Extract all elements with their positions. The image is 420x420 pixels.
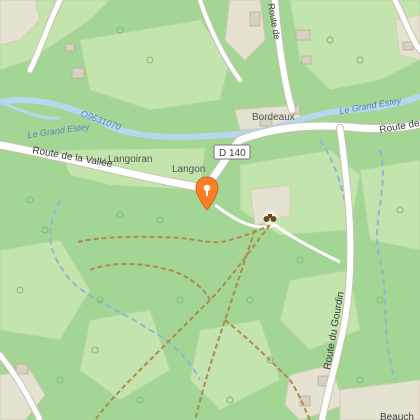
binoculars-icon[interactable]: [263, 211, 277, 225]
svg-text:D 140: D 140: [219, 148, 246, 159]
label-beauch: Beauch: [380, 412, 414, 420]
label-langoiran: Langoiran: [108, 154, 152, 165]
label-langon: Langon: [172, 164, 205, 175]
map-canvas[interactable]: Route de Le Grand Estey O9631070 Le Gran…: [0, 0, 420, 420]
road-shield-d140: D 140: [213, 144, 251, 160]
label-bordeaux: Bordeaux: [252, 112, 295, 123]
